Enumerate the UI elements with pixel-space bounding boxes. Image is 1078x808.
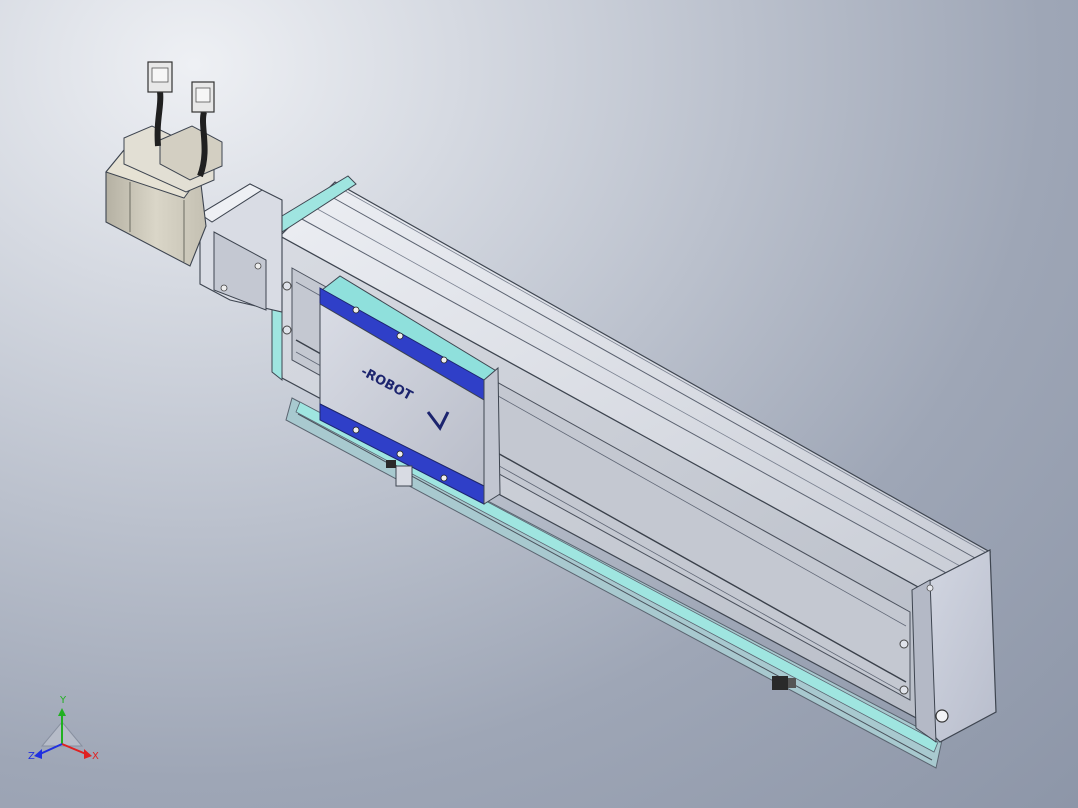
triad-x-label: X <box>92 751 99 762</box>
x-axis-arrow <box>84 749 92 759</box>
actuator-model[interactable]: -ROBOT <box>0 0 1078 808</box>
cad-viewport[interactable]: -ROBOT Y X Z <box>0 0 1078 808</box>
limit-sensor <box>772 676 796 690</box>
orientation-triad: Y X Z <box>24 694 104 768</box>
z-axis-arrow <box>34 749 42 759</box>
y-axis-arrow <box>58 708 66 716</box>
triad-z-label: Z <box>28 751 35 762</box>
coupling-housing <box>199 183 283 313</box>
triad-y-label: Y <box>60 695 67 706</box>
